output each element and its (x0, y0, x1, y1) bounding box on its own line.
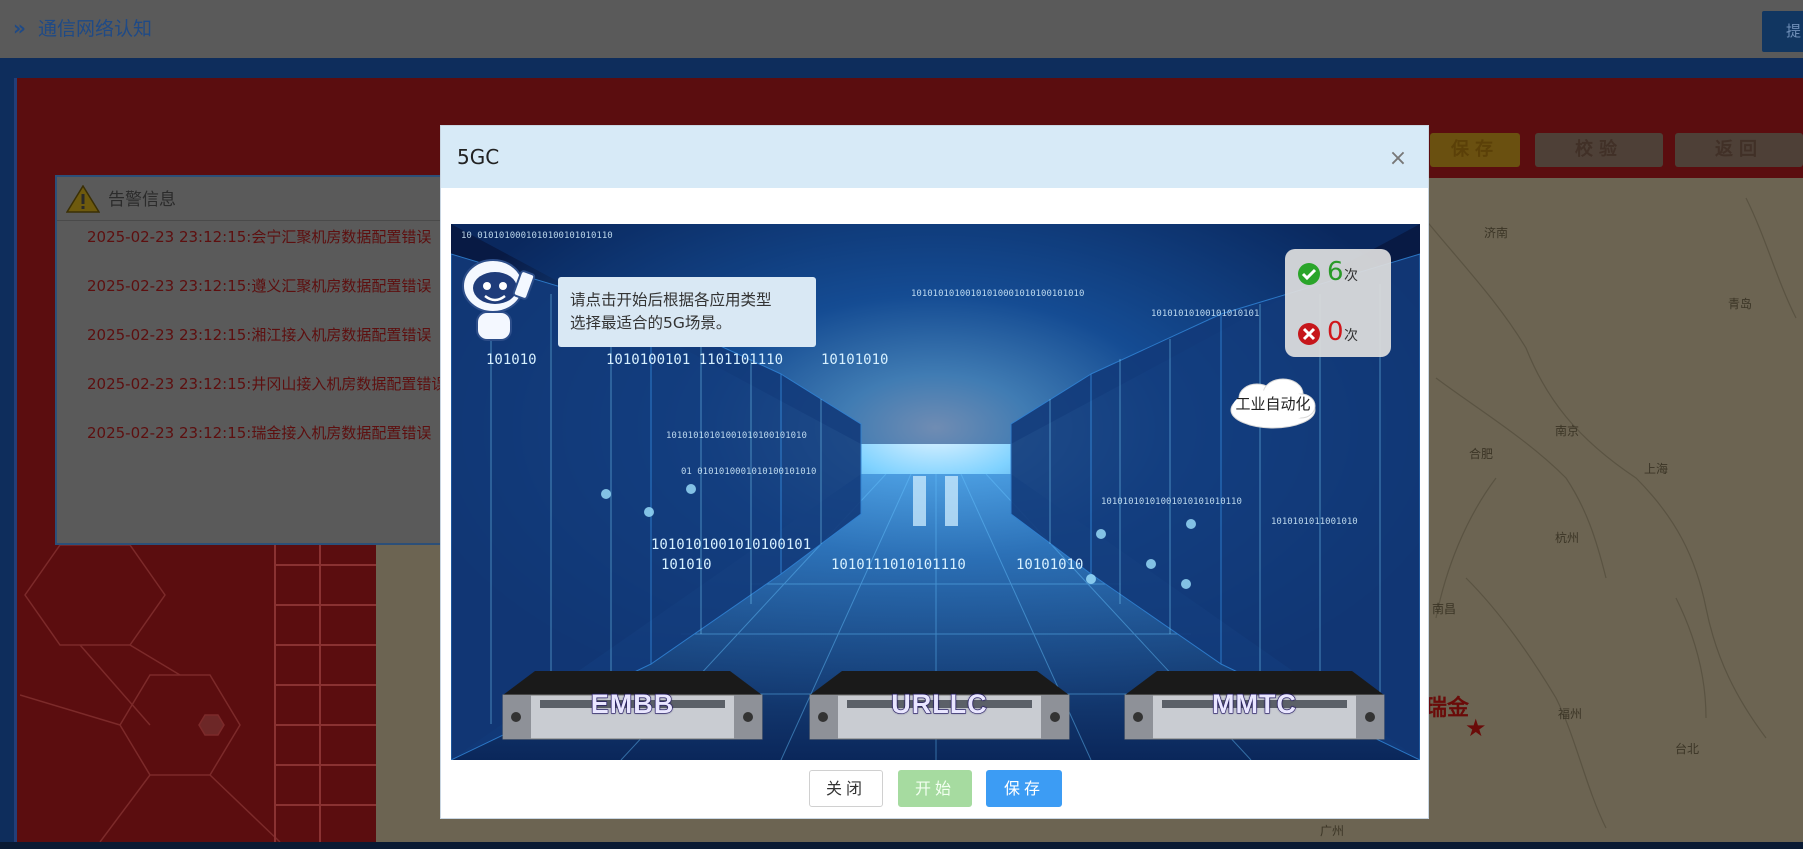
server-label: URLLC (891, 688, 988, 719)
correct-count-unit: 次 (1344, 268, 1358, 284)
map-highlight-city: 瑞金 (1425, 696, 1470, 721)
alert-item: 2025-02-23 23:12:15:遵义汇聚机房数据配置错误 (87, 277, 432, 295)
correct-count-value: 6 (1327, 257, 1344, 287)
server-label: EMBB (590, 688, 675, 719)
svg-text:101010: 101010 (486, 352, 537, 368)
instruction-hint: 请点击开始后根据各应用类型 选择最适合的5G场景。 (558, 277, 816, 347)
svg-text:101010101001010100010101001010: 10101010100101010001010100101010 (911, 289, 1084, 299)
star-icon: ★ (1465, 714, 1487, 742)
svg-text:10101010: 10101010 (1016, 557, 1083, 573)
svg-text:1010101001010100101: 1010101001010100101 (651, 537, 811, 553)
hint-line: 选择最适合的5G场景。 (570, 314, 732, 332)
close-button[interactable]: 关闭 (809, 770, 883, 807)
alert-item: 2025-02-23 23:12:15:井冈山接入机房数据配置错误 (87, 375, 443, 393)
wrong-count-value: 0 (1327, 317, 1344, 347)
5gc-modal: 5GC × 101010 1010100101 1101101110 10101… (440, 125, 1429, 819)
map-city-label: 广州 (1320, 824, 1345, 838)
toolbar-back-button[interactable]: 返回 (1675, 133, 1803, 167)
svg-text:10101010100101010101: 10101010100101010101 (1151, 309, 1259, 319)
application-cloud-label: 工业自动化 (1235, 395, 1311, 413)
wrong-count-unit: 次 (1344, 328, 1358, 344)
map-city-label: 合肥 (1469, 447, 1494, 461)
check-circle-icon (1298, 263, 1320, 285)
map-city-label: 青岛 (1728, 297, 1753, 311)
svg-text:01 0101010001010100101010: 01 0101010001010100101010 (681, 467, 816, 477)
map-city-label: 台北 (1675, 742, 1700, 756)
server-embb[interactable]: EMBB (500, 669, 765, 744)
score-panel: 6 次 0 次 (1285, 249, 1391, 357)
submit-button[interactable]: 提 (1762, 11, 1803, 52)
modal-footer: 关闭 开始 保存 (441, 770, 1428, 810)
map-city-label: 杭州 (1555, 531, 1580, 545)
alert-panel-header: 告警信息 (57, 177, 443, 221)
alert-list: 2025-02-23 23:12:15:会宁汇聚机房数据配置错误 2025-02… (57, 227, 443, 527)
game-scene: 101010 1010100101 1101101110 10101010 10… (451, 224, 1420, 760)
close-icon[interactable]: × (1387, 148, 1409, 170)
server-mmtc[interactable]: MMTC (1122, 669, 1387, 744)
page-title: 通信网络认知 (38, 18, 153, 40)
map-city-label: 南昌 (1432, 602, 1457, 616)
svg-text:1010101011001010: 1010101011001010 (1271, 517, 1358, 527)
server-label: MMTC (1211, 688, 1297, 719)
map-city-label: 上海 (1644, 462, 1669, 476)
top-bar: » 通信网络认知 提 (0, 0, 1803, 58)
save-button[interactable]: 保存 (986, 770, 1062, 807)
map-city-label: 南京 (1555, 424, 1580, 438)
wrong-count: 0 次 (1297, 317, 1387, 347)
map-city-label: 济南 (1484, 226, 1509, 240)
modal-title: 5GC (457, 145, 500, 169)
toolbar-save-button[interactable]: 保存 (1430, 133, 1520, 167)
alert-item: 2025-02-23 23:12:15:湘江接入机房数据配置错误 (87, 326, 432, 344)
x-circle-icon (1298, 323, 1320, 345)
svg-text:1010111010101110: 1010111010101110 (831, 557, 966, 573)
svg-text:10 0101010001010100101010110: 10 0101010001010100101010110 (461, 231, 613, 241)
svg-text:101010: 101010 (661, 557, 712, 573)
network-hex-decoration (20, 545, 380, 842)
svg-text:10101010: 10101010 (821, 352, 888, 368)
robot-mascot-icon (462, 259, 536, 341)
alert-panel-title: 告警信息 (108, 190, 176, 210)
hint-line: 请点击开始后根据各应用类型 (570, 291, 772, 309)
alert-item: 2025-02-23 23:12:15:瑞金接入机房数据配置错误 (87, 424, 432, 442)
warning-icon (66, 185, 100, 213)
start-button[interactable]: 开始 (898, 770, 972, 807)
alert-item: 2025-02-23 23:12:15:会宁汇聚机房数据配置错误 (87, 228, 432, 246)
double-chevron-icon: » (13, 16, 26, 40)
server-urllc[interactable]: URLLC (807, 669, 1072, 744)
svg-text:10101010101001010100101010: 10101010101001010100101010 (666, 431, 807, 441)
map-city-label: 福州 (1558, 707, 1583, 721)
correct-count: 6 次 (1297, 257, 1387, 287)
svg-text:10101010101001010101010110: 10101010101001010101010110 (1101, 497, 1242, 507)
modal-header: 5GC × (441, 126, 1428, 188)
toolbar-check-button[interactable]: 校验 (1535, 133, 1663, 167)
bottom-strip (0, 842, 1803, 849)
alert-panel: 告警信息 2025-02-23 23:12:15:会宁汇聚机房数据配置错误 20… (55, 175, 445, 545)
svg-text:1010100101 1101101110: 1010100101 1101101110 (606, 352, 783, 368)
